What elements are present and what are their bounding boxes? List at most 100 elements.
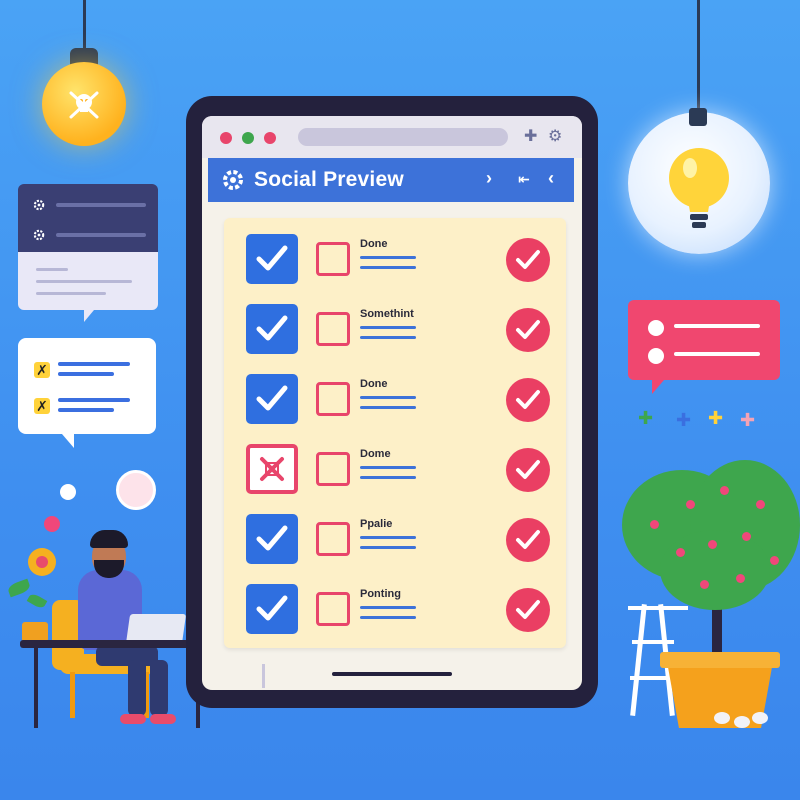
reminder-bubble-tail bbox=[652, 380, 664, 394]
x-mark-icon: ✗ bbox=[34, 362, 50, 378]
check-circle-icon[interactable] bbox=[506, 308, 550, 352]
chair-leg bbox=[70, 672, 75, 718]
lamp-cord bbox=[83, 0, 86, 52]
notes-card-tail bbox=[84, 310, 94, 322]
share-arrow-icon: ✚ bbox=[708, 408, 724, 428]
berry bbox=[736, 574, 745, 583]
pendant-lamp bbox=[42, 62, 126, 146]
app-title: Social Preview bbox=[254, 168, 404, 191]
task-label: Somethint bbox=[360, 308, 414, 320]
collapse-icon[interactable]: ⇤ bbox=[518, 171, 530, 188]
person-hair bbox=[90, 530, 128, 548]
berry bbox=[650, 520, 659, 529]
bulb-cap bbox=[689, 108, 707, 126]
task-checkbox[interactable] bbox=[246, 514, 298, 564]
task-checkbox[interactable] bbox=[246, 304, 298, 354]
task-checkbox-empty[interactable] bbox=[316, 382, 350, 416]
tree-pot-rim bbox=[660, 652, 780, 668]
ladder-step bbox=[630, 676, 674, 680]
check-circle-icon[interactable] bbox=[506, 588, 550, 632]
desk bbox=[20, 640, 212, 648]
person-leg bbox=[128, 660, 146, 716]
check-circle-icon[interactable] bbox=[506, 518, 550, 562]
back-icon[interactable]: ‹ bbox=[548, 168, 554, 189]
berry bbox=[708, 540, 717, 549]
clock-icon bbox=[648, 348, 664, 364]
task-label: Done bbox=[360, 378, 388, 390]
task-checkbox[interactable] bbox=[246, 234, 298, 284]
berry bbox=[742, 532, 751, 541]
task-checkbox-empty[interactable] bbox=[316, 312, 350, 346]
task-label: Ponting bbox=[360, 588, 401, 600]
checklist-bubble-tail bbox=[62, 434, 74, 448]
plant-pot bbox=[22, 622, 48, 642]
skull-crossbones-icon bbox=[69, 91, 99, 119]
berry bbox=[720, 486, 729, 495]
ladder-step bbox=[632, 640, 674, 644]
task-label: Done bbox=[360, 238, 388, 250]
pebble bbox=[714, 712, 730, 724]
gear-icon bbox=[33, 199, 45, 211]
task-row[interactable]: Ponting bbox=[224, 578, 566, 638]
desk-leg bbox=[34, 648, 38, 728]
task-row[interactable]: Done bbox=[224, 228, 566, 288]
x-mark-icon bbox=[260, 457, 284, 481]
address-bar[interactable] bbox=[298, 128, 508, 146]
berry bbox=[700, 580, 709, 589]
berry bbox=[676, 548, 685, 557]
x-mark-icon: ✗ bbox=[34, 398, 50, 414]
task-checkbox[interactable] bbox=[246, 374, 298, 424]
checkmark-icon bbox=[256, 315, 288, 341]
share-arrow-icon: ✚ bbox=[638, 408, 654, 428]
reminder-bubble bbox=[628, 300, 780, 380]
gear-icon[interactable] bbox=[220, 167, 246, 193]
check-circle-icon[interactable] bbox=[506, 238, 550, 282]
window-maximize-button[interactable] bbox=[264, 132, 276, 144]
task-checkbox-empty[interactable] bbox=[316, 522, 350, 556]
person-shoe bbox=[120, 714, 146, 724]
task-row[interactable]: Done bbox=[224, 368, 566, 428]
add-tab-icon[interactable]: ✚ bbox=[524, 126, 537, 146]
task-list: Done Somethint Done Dome Ppalie Ponting bbox=[224, 218, 566, 648]
window-minimize-button[interactable] bbox=[242, 132, 254, 144]
berry bbox=[770, 556, 779, 565]
task-row[interactable]: Ppalie bbox=[224, 508, 566, 568]
flower-center bbox=[36, 556, 48, 568]
person-leg bbox=[96, 646, 158, 666]
checkmark-icon bbox=[256, 245, 288, 271]
pebble bbox=[734, 716, 750, 728]
checkmark-icon bbox=[256, 595, 288, 621]
task-checkbox-failed[interactable] bbox=[246, 444, 298, 494]
home-indicator-tick bbox=[262, 664, 265, 688]
notes-card bbox=[18, 252, 158, 310]
settings-card bbox=[18, 184, 158, 252]
checklist-bubble: ✗ ✗ bbox=[18, 338, 156, 434]
task-checkbox-empty[interactable] bbox=[316, 242, 350, 276]
window-close-button[interactable] bbox=[220, 132, 232, 144]
settings-icon[interactable]: ⚙ bbox=[548, 126, 562, 146]
ladder-rail bbox=[630, 604, 647, 716]
clock-icon bbox=[648, 320, 664, 336]
task-row[interactable]: Dome bbox=[224, 438, 566, 498]
small-bubble bbox=[60, 484, 76, 500]
gear-icon bbox=[33, 229, 45, 241]
task-label: Ppalie bbox=[360, 518, 393, 530]
home-indicator[interactable] bbox=[332, 672, 452, 676]
chevron-right-icon[interactable]: › bbox=[486, 168, 492, 189]
app-header: Social Preview › ⇤ ‹ bbox=[208, 158, 574, 202]
check-circle-icon[interactable] bbox=[506, 378, 550, 422]
task-checkbox[interactable] bbox=[246, 584, 298, 634]
share-arrow-icon: ✚ bbox=[676, 410, 692, 430]
pebble bbox=[752, 712, 768, 724]
task-checkbox-empty[interactable] bbox=[316, 592, 350, 626]
check-circle-icon[interactable] bbox=[506, 448, 550, 492]
share-arrow-icon: ✚ bbox=[740, 410, 756, 430]
flower bbox=[44, 516, 60, 532]
browser-toolbar: ✚ ⚙ bbox=[202, 116, 582, 158]
plant-leaf bbox=[6, 578, 32, 598]
task-checkbox-empty[interactable] bbox=[316, 452, 350, 486]
task-row[interactable]: Somethint bbox=[224, 298, 566, 358]
person-shoe bbox=[150, 714, 176, 724]
reaction-bubble bbox=[116, 470, 156, 510]
lightbulb-icon bbox=[669, 148, 729, 228]
